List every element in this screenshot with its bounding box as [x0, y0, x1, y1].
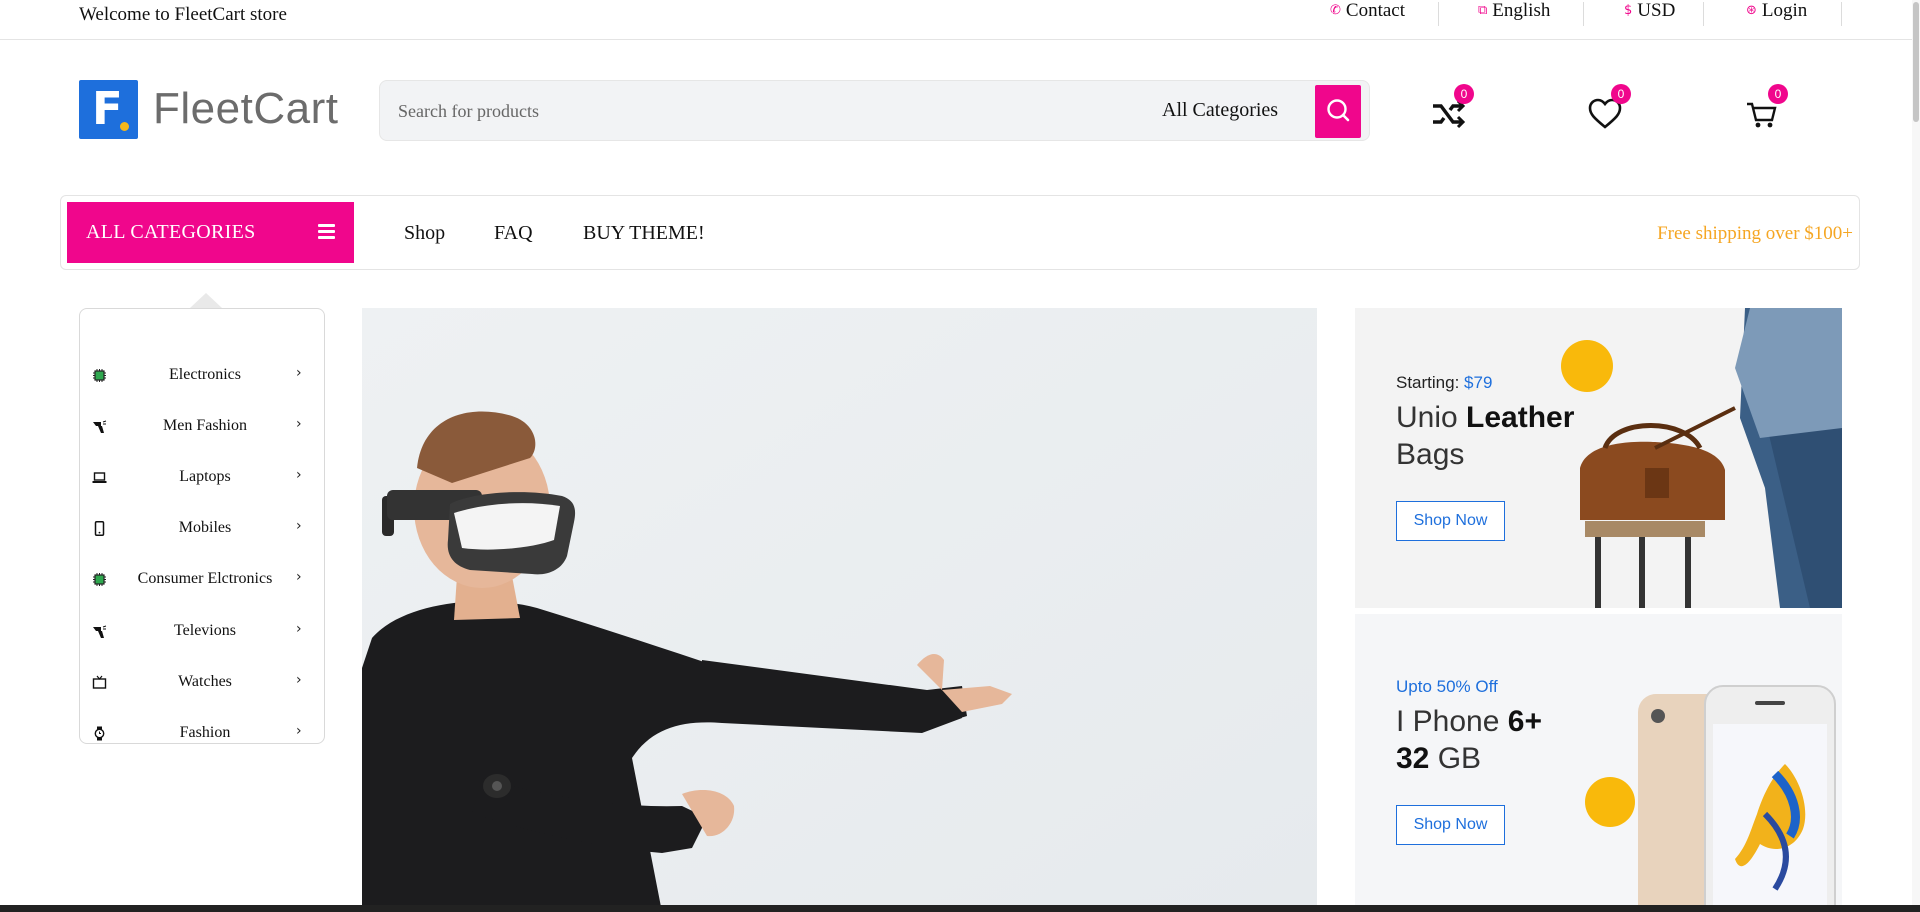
category-label: Fashion [179, 724, 231, 741]
category-item-electronics[interactable]: Electronics › [80, 362, 324, 392]
menu-icon [318, 224, 335, 240]
dropdown-caret [190, 293, 222, 308]
contact-link[interactable]: ✆ Contact [1330, 0, 1405, 22]
all-categories-button[interactable]: ALL CATEGORIES [67, 202, 354, 263]
promo-subtitle: Starting: $79 [1396, 373, 1493, 392]
chevron-right-icon: › [296, 723, 302, 739]
top-bar: Welcome to FleetCart store ✆ Contact ⧉ Eng… [0, 0, 1920, 40]
watch-icon [94, 726, 105, 741]
category-label: Electronics [169, 366, 241, 383]
decor-dot [1585, 777, 1635, 827]
laptop-icon [92, 472, 107, 483]
chevron-right-icon: › [296, 365, 302, 381]
dollar-icon: $ [1624, 3, 1633, 18]
nav-faq[interactable]: FAQ [494, 222, 533, 245]
hair-dryer-icon [93, 625, 107, 638]
top-separator [1583, 2, 1584, 26]
wishlist-count-badge: 0 [1611, 84, 1631, 104]
login-link[interactable]: ⊛ Login [1746, 0, 1807, 22]
chevron-right-icon: › [296, 672, 302, 688]
top-separator [1438, 2, 1439, 26]
category-label: Watches [178, 673, 232, 690]
language-label: English [1492, 0, 1551, 21]
currency-selector[interactable]: $ USD [1624, 0, 1675, 22]
search-bar: All Categories [379, 80, 1370, 141]
promo-title: I Phone 6+ 32 GB [1396, 705, 1542, 775]
wishlist-button[interactable]: 0 [1587, 84, 1631, 130]
cart-button[interactable]: 0 [1744, 84, 1788, 130]
chevron-right-icon: › [296, 621, 302, 637]
category-item-watches[interactable]: Watches › [80, 669, 324, 699]
chip-icon [93, 573, 106, 586]
chevron-right-icon: › [296, 569, 302, 585]
category-label: Televions [174, 622, 236, 639]
logo-text: FleetCart [153, 84, 339, 133]
promo-subtitle: Upto 50% Off [1396, 677, 1498, 696]
category-item-laptops[interactable]: Laptops › [80, 464, 324, 494]
category-item-fashion[interactable]: Fashion › [80, 720, 324, 743]
search-button[interactable] [1315, 85, 1361, 138]
shop-now-button[interactable]: Shop Now [1396, 501, 1505, 541]
hero-slider[interactable] [362, 308, 1317, 912]
category-menu: Electronics › Men Fashion › Laptops › Mo… [79, 308, 325, 744]
category-item-men-fashion[interactable]: Men Fashion › [80, 413, 324, 443]
phone-icon: ✆ [1330, 3, 1341, 18]
chevron-right-icon: › [296, 467, 302, 483]
decor-dot [1561, 340, 1613, 392]
language-icon: ⧉ [1478, 3, 1488, 18]
page-scrollbar[interactable] [1912, 0, 1920, 912]
language-selector[interactable]: ⧉ English [1478, 0, 1550, 22]
promo-title: Unio Leather Bags [1396, 401, 1575, 471]
category-label: Men Fashion [163, 417, 247, 434]
nav-buy-theme[interactable]: BUY THEME! [583, 222, 705, 245]
mobile-icon [94, 521, 105, 536]
compare-count-badge: 0 [1454, 84, 1474, 104]
category-label: Consumer Elctronics [137, 570, 273, 587]
chevron-right-icon: › [296, 518, 302, 534]
hero-vr-image [362, 308, 1317, 912]
currency-label: USD [1637, 0, 1676, 21]
promo-banner-iphone[interactable]: Upto 50% Off I Phone 6+ 32 GB Shop Now [1355, 614, 1842, 912]
all-categories-label: ALL CATEGORIES [86, 221, 256, 243]
main-nav: ALL CATEGORIES Shop FAQ BUY THEME! Free … [60, 195, 1860, 270]
search-icon [1327, 99, 1350, 122]
top-separator [1841, 2, 1842, 26]
free-shipping-notice: Free shipping over $100+ [1657, 223, 1853, 244]
category-label: Mobiles [178, 519, 232, 536]
welcome-text: Welcome to FleetCart store [79, 4, 287, 25]
category-item-consumer-electronics[interactable]: Consumer Elctronics › [80, 566, 324, 596]
login-icon: ⊛ [1746, 3, 1757, 18]
cart-count-badge: 0 [1768, 84, 1788, 104]
login-label: Login [1761, 0, 1808, 21]
tv-icon [92, 675, 107, 689]
category-select[interactable]: All Categories [1162, 99, 1278, 122]
shop-now-button[interactable]: Shop Now [1396, 805, 1505, 845]
bottom-strip [0, 905, 1920, 912]
logo[interactable]: F FleetCart [79, 80, 349, 140]
nav-shop[interactable]: Shop [404, 222, 445, 245]
promo-banner-leather-bags[interactable]: Starting: $79 Unio Leather Bags Shop Now [1355, 308, 1842, 608]
scrollbar-thumb[interactable] [1913, 2, 1919, 122]
logo-mark: F [79, 80, 138, 139]
search-input[interactable] [398, 95, 1098, 127]
hair-dryer-icon [93, 420, 107, 433]
compare-button[interactable]: 0 [1430, 84, 1474, 130]
category-item-televions[interactable]: Televions › [80, 618, 324, 648]
contact-label: Contact [1345, 0, 1406, 21]
top-separator [1703, 2, 1704, 26]
chip-icon [93, 369, 106, 382]
chevron-right-icon: › [296, 416, 302, 432]
category-item-mobiles[interactable]: Mobiles › [80, 515, 324, 545]
category-label: Laptops [179, 468, 231, 485]
